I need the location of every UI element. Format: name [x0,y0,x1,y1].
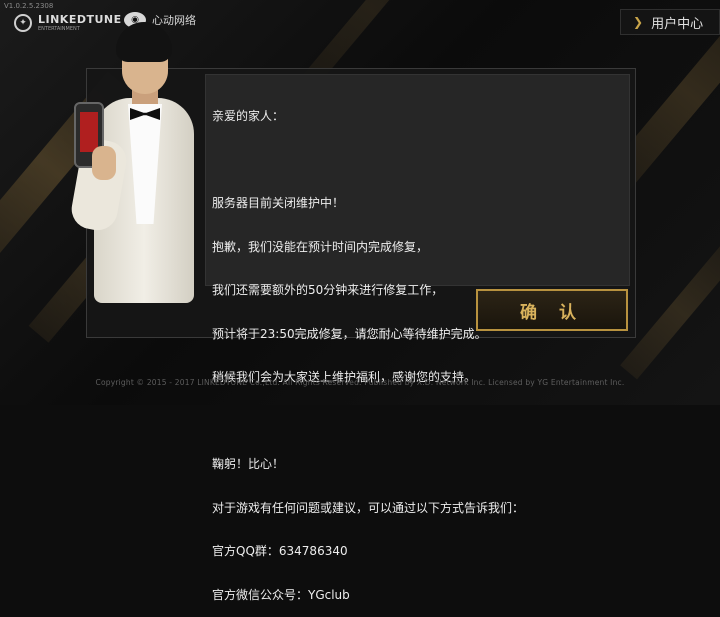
copyright-footer: Copyright © 2015 - 2017 LINKEDTUNE Co.,L… [95,378,625,387]
message-line: 服务器目前关闭维护中！ [212,196,345,210]
version-label: V1.0.2.5.2308 [4,2,54,10]
message-line: 对于游戏有任何问题或建议，可以通过以下方式告诉我们： [212,500,525,515]
chevron-right-icon: ❯ [633,15,644,29]
message-line: 官方微信公众号：YGclub [212,587,350,602]
person-hand [92,146,116,180]
message-line: 鞠躬！比心！ [212,457,285,471]
confirm-button-label: 确 认 [520,302,584,323]
message-line: 亲爱的家人： [212,109,285,123]
user-center-button[interactable]: ❯ 用户中心 [620,9,720,35]
confirm-button[interactable]: 确 认 [476,289,628,331]
spokesperson-illustration [68,20,209,340]
user-center-label: 用户中心 [651,16,704,32]
person-hair [116,22,172,62]
message-line [212,414,622,429]
message-line [212,153,622,168]
message-line: 抱歉，我们没能在预计时间内完成修复， [212,239,429,254]
linkedtune-logo-icon: ✦ [14,14,32,32]
maintenance-message: 亲爱的家人： 服务器目前关闭维护中！ 抱歉，我们没能在预计时间内完成修复， 我们… [212,80,622,617]
message-line: 官方QQ群：634786340 [212,544,348,558]
